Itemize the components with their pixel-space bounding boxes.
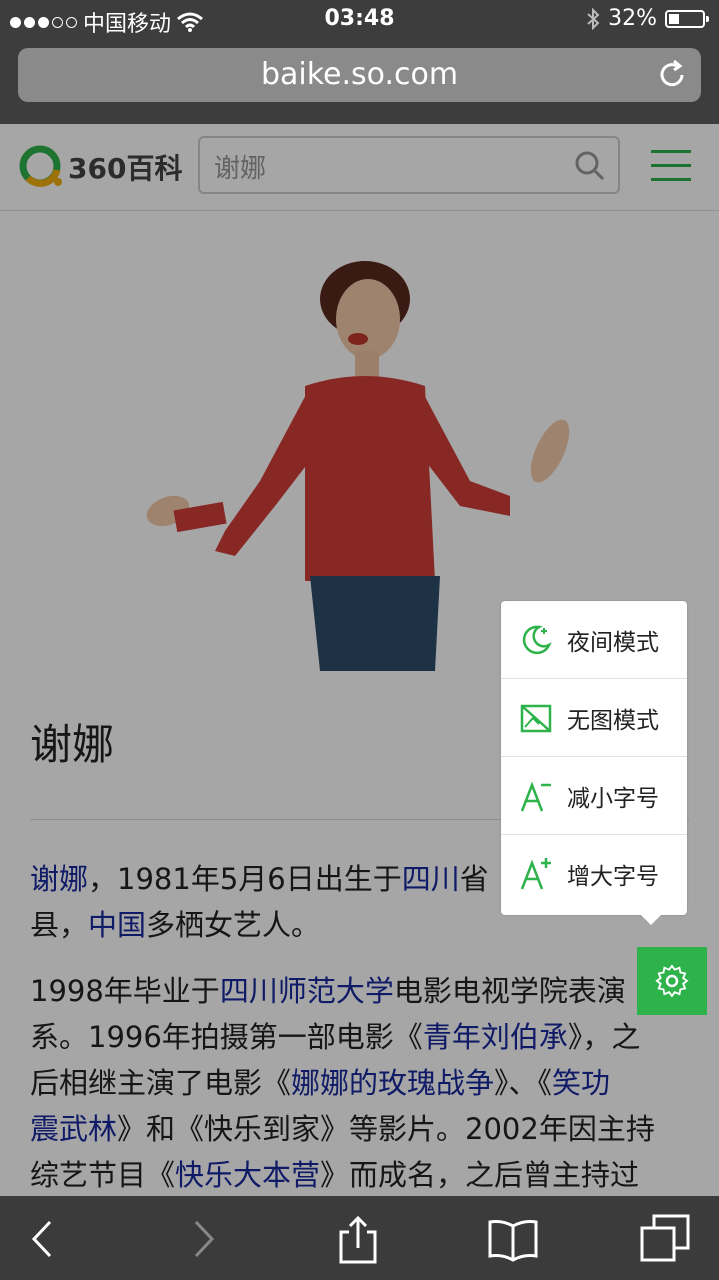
battery-icon [665, 9, 709, 28]
back-icon[interactable] [20, 1214, 70, 1264]
menu-item-label: 减小字号 [567, 785, 659, 812]
status-bar: 中国移动 03:48 32% [0, 0, 719, 40]
decrease-font-icon [520, 781, 551, 811]
menu-item-label: 夜间模式 [567, 629, 659, 656]
browser-chrome: baike.so.com [0, 40, 719, 124]
settings-button[interactable] [637, 947, 707, 1015]
url-text: baike.so.com [260, 57, 459, 92]
browser-toolbar [0, 1196, 719, 1280]
menu-item-label: 增大字号 [567, 864, 659, 890]
menu-item-night-mode[interactable]: 夜间模式 [501, 601, 687, 679]
battery-percent: 32% [608, 6, 657, 31]
tabs-icon[interactable] [640, 1214, 690, 1264]
reload-icon[interactable] [655, 58, 689, 92]
address-bar[interactable]: baike.so.com [18, 48, 701, 102]
bookmarks-icon[interactable] [488, 1214, 538, 1264]
gear-icon [655, 964, 689, 998]
share-icon[interactable] [333, 1214, 383, 1264]
menu-item-no-image-mode[interactable]: 无图模式 [501, 679, 687, 757]
status-right-group: 32% [586, 6, 709, 31]
increase-font-icon [520, 858, 551, 890]
bluetooth-icon [587, 7, 600, 30]
settings-popup-menu: 夜间模式 无图模式 减小字号 增大字号 [501, 601, 687, 925]
menu-item-decrease-font[interactable]: 减小字号 [501, 757, 687, 835]
forward-icon[interactable] [178, 1214, 228, 1264]
menu-item-increase-font[interactable]: 增大字号 [501, 835, 687, 913]
moon-icon [522, 625, 552, 654]
no-image-icon [520, 704, 552, 732]
menu-item-label: 无图模式 [567, 707, 659, 734]
